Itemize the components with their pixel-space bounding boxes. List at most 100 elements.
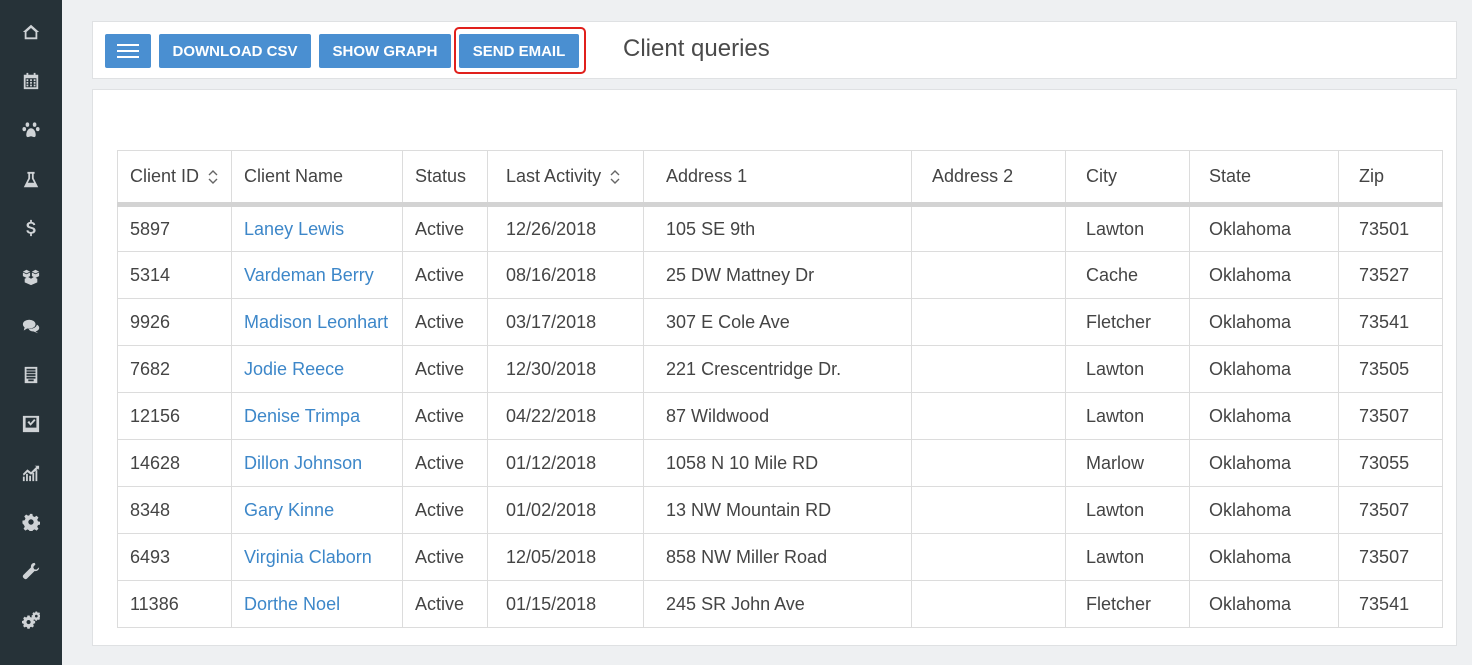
send-email-button[interactable]: SEND EMAIL: [459, 34, 579, 68]
column-header-client-name: Client Name: [231, 150, 404, 205]
address-2-cell: [911, 486, 1067, 534]
address-1-cell: 858 NW Miller Road: [643, 533, 913, 581]
state-cell: Oklahoma: [1189, 251, 1340, 299]
column-header-state: State: [1189, 150, 1340, 205]
zip-cell: 73505: [1338, 345, 1443, 393]
status-cell: Active: [402, 298, 489, 346]
table-row[interactable]: 8348 Gary Kinne Active 01/02/2018 13 NW Moun…: [116, 486, 1443, 534]
state-cell: Oklahoma: [1189, 580, 1340, 628]
table-row[interactable]: 12156 Denise Trimpa Active 04/22/2018 87 Wil…: [116, 392, 1443, 440]
table-row[interactable]: 7682 Jodie Reece Active 12/30/2018 221 Cresc…: [116, 345, 1443, 393]
client-name-link[interactable]: Laney Lewis: [244, 219, 344, 239]
sidebar-item-admin[interactable]: [0, 600, 62, 640]
calendar-icon: [23, 72, 39, 90]
client-name-cell: Virginia Claborn: [231, 533, 404, 581]
table-row[interactable]: 5897 Laney Lewis Active 12/26/2018 105 SE 9t…: [116, 204, 1443, 252]
address-2-cell: [911, 204, 1067, 252]
table-row[interactable]: 6493 Virginia Claborn Active 12/05/2018 858 …: [116, 533, 1443, 581]
address-2-cell: [911, 251, 1067, 299]
city-cell: Lawton: [1065, 486, 1191, 534]
client-name-link[interactable]: Dillon Johnson: [244, 453, 362, 473]
sidebar-item-home[interactable]: [0, 12, 62, 52]
status-cell: Active: [402, 439, 489, 487]
sidebar: [0, 0, 62, 665]
address-2-cell: [911, 439, 1067, 487]
city-cell: Fletcher: [1065, 298, 1191, 346]
client-id-cell: 8348: [116, 486, 233, 534]
last-activity-cell: 12/05/2018: [487, 533, 645, 581]
status-cell: Active: [402, 580, 489, 628]
zip-cell: 73507: [1338, 392, 1443, 440]
column-header-address-1: Address 1: [643, 150, 913, 205]
sort-icon[interactable]: [609, 167, 621, 187]
status-cell: Active: [402, 486, 489, 534]
sidebar-item-tools[interactable]: [0, 551, 62, 591]
state-cell: Oklahoma: [1189, 204, 1340, 252]
address-1-cell: 87 Wildwood: [643, 392, 913, 440]
client-name-link[interactable]: Dorthe Noel: [244, 594, 340, 614]
status-cell: Active: [402, 345, 489, 393]
sidebar-item-billing[interactable]: [0, 208, 62, 248]
city-cell: Lawton: [1065, 345, 1191, 393]
client-id-cell: 6493: [116, 533, 233, 581]
client-name-link[interactable]: Denise Trimpa: [244, 406, 360, 426]
toolbar: DOWNLOAD CSV SHOW GRAPH SEND EMAIL Clien…: [92, 21, 1457, 79]
show-graph-button[interactable]: SHOW GRAPH: [319, 34, 451, 68]
hamburger-icon-line: [117, 56, 139, 58]
city-cell: Lawton: [1065, 204, 1191, 252]
address-1-cell: 105 SE 9th: [643, 204, 913, 252]
sidebar-item-settings[interactable]: [0, 502, 62, 542]
gears-icon: [22, 611, 40, 629]
sidebar-item-inventory[interactable]: [0, 257, 62, 297]
address-1-cell: 221 Crescentridge Dr.: [643, 345, 913, 393]
sort-icon[interactable]: [207, 167, 219, 187]
wrench-icon: [22, 562, 40, 580]
client-name-link[interactable]: Virginia Claborn: [244, 547, 372, 567]
sidebar-item-lab[interactable]: [0, 160, 62, 200]
table-row[interactable]: 11386 Dorthe Noel Active 01/15/2018 245 SR J…: [116, 580, 1443, 628]
table-row[interactable]: 14628 Dillon Johnson Active 01/12/2018 1058 …: [116, 439, 1443, 487]
gear-icon: [22, 513, 40, 531]
sidebar-item-messages[interactable]: [0, 306, 62, 346]
status-cell: Active: [402, 204, 489, 252]
state-cell: Oklahoma: [1189, 439, 1340, 487]
hamburger-icon-line: [117, 50, 139, 52]
status-cell: Active: [402, 251, 489, 299]
table-body: 5897 Laney Lewis Active 12/26/2018 105 SE 9t…: [116, 204, 1443, 628]
state-cell: Oklahoma: [1189, 533, 1340, 581]
download-csv-button[interactable]: DOWNLOAD CSV: [159, 34, 311, 68]
address-1-cell: 245 SR John Ave: [643, 580, 913, 628]
sidebar-item-analytics[interactable]: [0, 453, 62, 493]
client-name-link[interactable]: Gary Kinne: [244, 500, 334, 520]
state-cell: Oklahoma: [1189, 298, 1340, 346]
sidebar-item-reports[interactable]: [0, 355, 62, 395]
address-2-cell: [911, 580, 1067, 628]
hamburger-icon: [117, 44, 139, 46]
sidebar-item-tasks[interactable]: [0, 404, 62, 444]
column-header-client-id[interactable]: Client ID: [116, 150, 233, 205]
city-cell: Fletcher: [1065, 580, 1191, 628]
checkbox-icon: [22, 415, 40, 433]
column-header-zip: Zip: [1338, 150, 1443, 205]
table-row[interactable]: 9926 Madison Leonhart Active 03/17/2018 307 …: [116, 298, 1443, 346]
client-name-cell: Dorthe Noel: [231, 580, 404, 628]
client-id-cell: 7682: [116, 345, 233, 393]
client-name-link[interactable]: Vardeman Berry: [244, 265, 374, 285]
state-cell: Oklahoma: [1189, 486, 1340, 534]
client-id-cell: 9926: [116, 298, 233, 346]
zip-cell: 73055: [1338, 439, 1443, 487]
client-name-link[interactable]: Jodie Reece: [244, 359, 344, 379]
address-2-cell: [911, 392, 1067, 440]
client-name-link[interactable]: Madison Leonhart: [244, 312, 388, 332]
status-cell: Active: [402, 533, 489, 581]
sidebar-item-pets[interactable]: [0, 110, 62, 150]
menu-button[interactable]: [105, 34, 151, 68]
city-cell: Marlow: [1065, 439, 1191, 487]
home-icon: [22, 24, 40, 40]
column-label: Last Activity: [506, 165, 602, 186]
sidebar-item-calendar[interactable]: [0, 61, 62, 101]
client-id-cell: 11386: [116, 580, 233, 628]
column-header-last-activity[interactable]: Last Activity: [487, 150, 645, 205]
state-cell: Oklahoma: [1189, 345, 1340, 393]
table-row[interactable]: 5314 Vardeman Berry Active 08/16/2018 25 DW …: [116, 251, 1443, 299]
